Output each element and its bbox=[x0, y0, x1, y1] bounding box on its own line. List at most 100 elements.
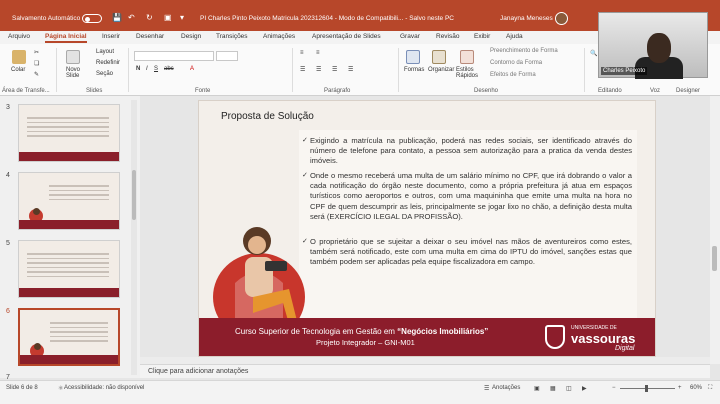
strikethrough-icon[interactable]: abc bbox=[164, 66, 174, 72]
bold-icon[interactable]: N bbox=[136, 66, 140, 72]
new-slide-icon[interactable] bbox=[66, 50, 80, 64]
numbering-icon[interactable]: ≡ bbox=[316, 50, 320, 56]
university-shield-icon bbox=[545, 325, 565, 349]
bullet-point[interactable]: Exigindo a matrícula na publicação, pode… bbox=[302, 136, 632, 167]
save-icon[interactable]: 💾 bbox=[112, 13, 122, 22]
thumbnail-footer bbox=[19, 152, 119, 161]
arrange-icon[interactable] bbox=[432, 50, 446, 64]
slide-thumbnails-pane[interactable]: 3 4 5 6 7 bbox=[0, 96, 140, 381]
notes-toggle-icon[interactable]: ☰ bbox=[484, 385, 489, 392]
tab-design[interactable]: Design bbox=[181, 33, 201, 40]
bullets-icon[interactable]: ≡ bbox=[300, 50, 304, 56]
tab-pagina-inicial[interactable]: Página Inicial bbox=[45, 33, 87, 43]
tab-ajuda[interactable]: Ajuda bbox=[506, 33, 523, 40]
slide-footer: Curso Superior de Tecnologia em Gestão e… bbox=[199, 318, 655, 356]
notes-toggle-button[interactable]: Anotações bbox=[492, 385, 520, 391]
shapes-icon[interactable] bbox=[406, 50, 420, 64]
zoom-level[interactable]: 60% bbox=[690, 385, 702, 391]
slide-thumbnail[interactable] bbox=[18, 104, 120, 162]
slides-group-label: Slides bbox=[86, 88, 103, 94]
bullet-point[interactable]: O proprietário que se sujeitar a deixar … bbox=[302, 237, 632, 268]
section-button[interactable]: Seção bbox=[96, 71, 113, 77]
font-size-field[interactable] bbox=[216, 51, 238, 61]
quick-styles-button[interactable]: Estilos Rápidos bbox=[456, 67, 484, 79]
align-center-icon[interactable]: ☰ bbox=[316, 66, 321, 73]
bullet-point[interactable]: Onde o mesmo receberá uma multa de um sa… bbox=[302, 171, 632, 222]
slideshow-icon[interactable]: ▶ bbox=[582, 385, 587, 392]
horizontal-scrollbar[interactable] bbox=[140, 357, 710, 364]
tab-apresentacao[interactable]: Apresentação de Slides bbox=[312, 33, 381, 40]
reset-button[interactable]: Redefinir bbox=[96, 60, 120, 66]
participant-head bbox=[647, 33, 671, 63]
fit-to-window-icon[interactable]: ⛶ bbox=[708, 385, 712, 392]
redo-icon[interactable]: ↻ bbox=[146, 13, 153, 22]
scrollbar-thumb[interactable] bbox=[132, 170, 136, 220]
italic-icon[interactable]: I bbox=[146, 66, 148, 72]
thumbnail-footer bbox=[20, 355, 118, 364]
slide-title[interactable]: Proposta de Solução bbox=[221, 111, 314, 122]
align-left-icon[interactable]: ☰ bbox=[300, 66, 305, 73]
voice-group-label: Voz bbox=[650, 88, 661, 94]
vertical-scrollbar[interactable] bbox=[710, 96, 720, 364]
format-painter-icon[interactable]: ✎ bbox=[34, 71, 39, 78]
shape-effects-button[interactable]: Efeitos de Forma bbox=[490, 72, 536, 78]
user-avatar[interactable] bbox=[555, 12, 568, 25]
customize-arrow-icon[interactable]: ▾ bbox=[180, 13, 184, 22]
scrollbar-thumb[interactable] bbox=[712, 246, 717, 271]
underline-icon[interactable]: S bbox=[154, 66, 158, 72]
copy-icon[interactable]: ❏ bbox=[34, 60, 39, 67]
tab-inserir[interactable]: Inserir bbox=[102, 33, 120, 40]
zoom-out-icon[interactable]: − bbox=[612, 385, 616, 391]
thumbnail-number: 6 bbox=[6, 308, 10, 315]
tab-arquivo[interactable]: Arquivo bbox=[8, 33, 30, 40]
status-bar: Slide 6 de 8 ⚛ Acessibilidade: não dispo… bbox=[0, 380, 720, 404]
tab-animacoes[interactable]: Animações bbox=[263, 33, 295, 40]
notes-placeholder[interactable]: Clique para adicionar anotações bbox=[148, 368, 248, 375]
user-name[interactable]: Janayna Meneses bbox=[500, 15, 553, 22]
tab-gravar[interactable]: Gravar bbox=[400, 33, 420, 40]
slide-thumbnail[interactable] bbox=[18, 240, 120, 298]
paste-icon[interactable] bbox=[12, 50, 26, 64]
divider bbox=[292, 48, 293, 92]
divider bbox=[56, 48, 57, 92]
tab-exibir[interactable]: Exibir bbox=[474, 33, 490, 40]
tab-desenhar[interactable]: Desenhar bbox=[136, 33, 164, 40]
font-name-field[interactable] bbox=[134, 51, 214, 61]
editing-group-label: Editando bbox=[598, 88, 622, 94]
accessibility-icon[interactable]: ⚛ bbox=[58, 385, 63, 392]
cut-icon[interactable]: ✂ bbox=[34, 49, 39, 56]
find-icon[interactable]: 🔍 bbox=[590, 50, 597, 57]
new-slide-button[interactable]: Novo Slide bbox=[66, 67, 88, 79]
autosave-toggle[interactable] bbox=[82, 14, 102, 23]
arrange-button[interactable]: Organizar bbox=[428, 67, 454, 73]
thumbnails-scrollbar[interactable] bbox=[131, 100, 137, 375]
zoom-in-icon[interactable]: + bbox=[678, 385, 682, 391]
slide-thumbnail-selected[interactable] bbox=[18, 308, 120, 366]
shapes-button[interactable]: Formas bbox=[404, 67, 424, 73]
reading-view-icon[interactable]: ◫ bbox=[566, 385, 572, 392]
justify-icon[interactable]: ☰ bbox=[348, 66, 353, 73]
slide-canvas[interactable]: Proposta de Solução Exigindo a matrícula… bbox=[198, 100, 656, 357]
notes-pane[interactable]: Clique para adicionar anotações bbox=[140, 364, 710, 378]
accessibility-status[interactable]: Acessibilidade: não disponível bbox=[64, 385, 144, 391]
shape-outline-button[interactable]: Contorno da Forma bbox=[490, 60, 542, 66]
video-call-overlay[interactable]: Charles Peixoto bbox=[598, 12, 708, 79]
slide-sorter-icon[interactable]: ▦ bbox=[550, 385, 556, 392]
layout-button[interactable]: Layout bbox=[96, 49, 114, 55]
shape-fill-button[interactable]: Preenchimento de Forma bbox=[490, 48, 558, 54]
paste-button[interactable]: Colar bbox=[11, 67, 25, 73]
quick-styles-icon[interactable] bbox=[460, 50, 474, 64]
participant-name: Charles Peixoto bbox=[601, 67, 648, 75]
slide-thumbnail[interactable] bbox=[18, 172, 120, 230]
slide-counter: Slide 6 de 8 bbox=[6, 385, 38, 391]
tab-transicoes[interactable]: Transições bbox=[216, 33, 248, 40]
footer-project: Projeto Integrador – GNI-M01 bbox=[316, 338, 415, 347]
normal-view-icon[interactable]: ▣ bbox=[534, 385, 540, 392]
tab-revisao[interactable]: Revisão bbox=[436, 33, 459, 40]
align-right-icon[interactable]: ☰ bbox=[332, 66, 337, 73]
undo-icon[interactable]: ↶ bbox=[128, 13, 135, 22]
font-color-icon[interactable]: A bbox=[190, 66, 194, 72]
present-icon[interactable]: ▣ bbox=[164, 13, 172, 22]
thumbnail-number: 5 bbox=[6, 240, 10, 247]
zoom-slider-knob[interactable] bbox=[645, 385, 648, 392]
